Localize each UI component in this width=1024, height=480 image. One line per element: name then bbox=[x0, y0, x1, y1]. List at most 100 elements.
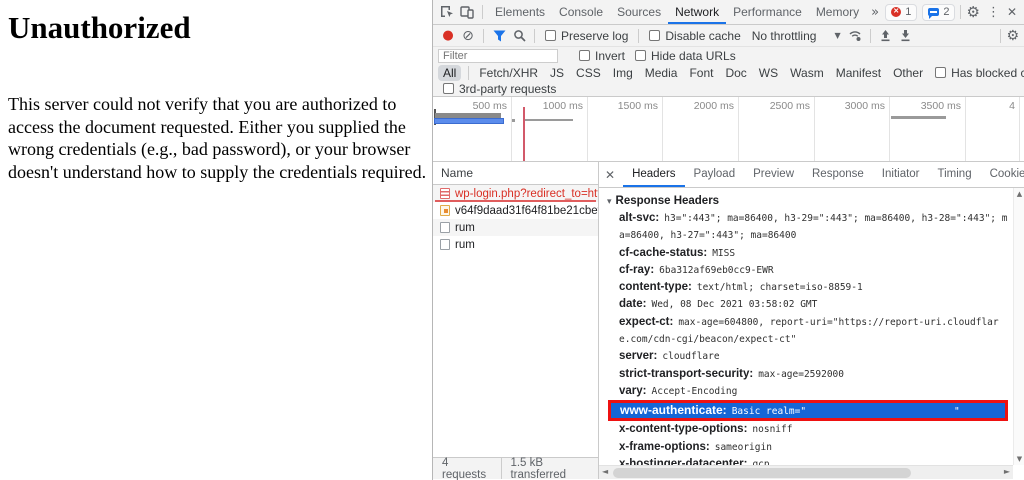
network-settings-gear-icon[interactable]: ⚙ bbox=[1006, 28, 1019, 44]
timeline-tick-partial: 4 bbox=[949, 100, 1015, 112]
divider bbox=[1000, 29, 1001, 43]
tab-sources[interactable]: Sources bbox=[610, 0, 668, 24]
divider bbox=[501, 458, 502, 479]
tab-console[interactable]: Console bbox=[552, 0, 610, 24]
close-devtools-icon[interactable]: ✕ bbox=[1007, 5, 1017, 19]
type-filter-media[interactable]: Media bbox=[640, 65, 683, 81]
record-icon[interactable]: ● bbox=[438, 27, 458, 45]
name-column-header[interactable]: Name bbox=[433, 162, 598, 185]
tab-headers[interactable]: Headers bbox=[623, 162, 684, 187]
vertical-scrollbar[interactable]: ▲ ▼ bbox=[1013, 188, 1024, 465]
tab-performance[interactable]: Performance bbox=[726, 0, 809, 24]
screen: Unauthorized This server could not verif… bbox=[0, 0, 1024, 480]
scroll-left-icon[interactable]: ◄ bbox=[602, 467, 608, 476]
document-error-icon bbox=[440, 188, 450, 199]
headers-content: ▾Response Headers alt-svc:h3=":443"; ma=… bbox=[599, 188, 1013, 465]
error-count: 1 bbox=[905, 6, 911, 18]
request-details-panel: ✕ Headers Payload Preview Response Initi… bbox=[598, 162, 1024, 479]
hide-data-urls-checkbox[interactable]: Hide data URLs bbox=[635, 49, 736, 63]
has-blocked-cookies-checkbox[interactable]: Has blocked cookies bbox=[935, 66, 1024, 80]
tab-elements[interactable]: Elements bbox=[488, 0, 552, 24]
filter-funnel-icon[interactable] bbox=[489, 27, 509, 45]
waterfall-bar-gray bbox=[435, 113, 501, 118]
export-har-icon[interactable] bbox=[896, 27, 916, 45]
tab-network[interactable]: Network bbox=[668, 0, 726, 24]
request-row-rum-2[interactable]: rum bbox=[433, 236, 598, 253]
waterfall-bar-gray bbox=[891, 116, 946, 119]
header-www-authenticate-highlighted[interactable]: www-authenticate:Basic realm="" bbox=[611, 403, 1005, 418]
search-icon[interactable] bbox=[509, 27, 529, 45]
clear-icon[interactable]: ⊘ bbox=[458, 27, 478, 45]
page-body-text: This server could not verify that you ar… bbox=[0, 46, 432, 183]
divider bbox=[482, 5, 483, 19]
type-filter-css[interactable]: CSS bbox=[571, 65, 606, 81]
type-filter-all[interactable]: All bbox=[438, 65, 461, 81]
header-content-type: content-type:text/html; charset=iso-8859… bbox=[607, 279, 1009, 296]
scroll-right-icon[interactable]: ► bbox=[1004, 467, 1010, 476]
kebab-menu-icon[interactable]: ⋮ bbox=[987, 5, 1000, 20]
disable-cache-checkbox[interactable]: Disable cache bbox=[649, 29, 740, 43]
header-cf-ray: cf-ray:6ba312af69eb0cc9-EWR bbox=[607, 262, 1009, 279]
type-filter-js[interactable]: JS bbox=[545, 65, 569, 81]
close-details-icon[interactable]: ✕ bbox=[605, 168, 615, 182]
timeline-tick: 2500 ms bbox=[744, 100, 810, 112]
scrollbar-thumb[interactable] bbox=[613, 468, 911, 478]
network-main: Name wp-login.php?redirect_to=htt... v64… bbox=[433, 162, 1024, 479]
timeline-tick: 1000 ms bbox=[517, 100, 583, 112]
more-tabs-icon[interactable]: » bbox=[866, 5, 884, 20]
gridline bbox=[738, 97, 739, 161]
header-x-frame-options: x-frame-options:sameorigin bbox=[607, 439, 1009, 456]
error-count-badge[interactable]: ✕ 1 bbox=[885, 4, 917, 21]
header-strict-transport-security: strict-transport-security:max-age=259200… bbox=[607, 366, 1009, 383]
request-row-rum-1[interactable]: rum bbox=[433, 219, 598, 236]
timeline-overview[interactable]: 500 ms 1000 ms 1500 ms 2000 ms 2500 ms 3… bbox=[433, 97, 1024, 162]
network-toolbar: ● ⊘ Preserve log Disable cache No thrott… bbox=[433, 25, 1024, 47]
request-count: 4 requests bbox=[442, 457, 493, 480]
divider bbox=[534, 29, 535, 43]
preserve-log-checkbox[interactable]: Preserve log bbox=[545, 29, 628, 43]
scroll-up-icon[interactable]: ▲ bbox=[1014, 190, 1024, 198]
type-filter-img[interactable]: Img bbox=[608, 65, 638, 81]
response-headers-section[interactable]: ▾Response Headers bbox=[607, 193, 1009, 210]
type-filter-fetchxhr[interactable]: Fetch/XHR bbox=[474, 65, 543, 81]
checkbox-icon bbox=[579, 50, 590, 61]
checkbox-icon bbox=[635, 50, 646, 61]
type-filter-ws[interactable]: WS bbox=[754, 65, 783, 81]
device-toolbar-icon[interactable] bbox=[457, 3, 477, 21]
gridline bbox=[587, 97, 588, 161]
chevron-down-icon: ▼ bbox=[834, 31, 840, 40]
inspect-element-icon[interactable] bbox=[437, 3, 457, 21]
gridline bbox=[889, 97, 890, 161]
settings-gear-icon[interactable]: ⚙ bbox=[966, 3, 979, 21]
waterfall-dot bbox=[512, 119, 515, 122]
timeline-tick: 3000 ms bbox=[819, 100, 885, 112]
horizontal-scrollbar[interactable]: ◄ ► bbox=[599, 465, 1013, 479]
throttling-dropdown[interactable]: No throttling ▼ bbox=[752, 29, 841, 43]
divider bbox=[960, 5, 961, 19]
tab-memory[interactable]: Memory bbox=[809, 0, 866, 24]
filter-input[interactable] bbox=[438, 49, 558, 63]
type-filter-doc[interactable]: Doc bbox=[720, 65, 751, 81]
request-row-wp-login[interactable]: wp-login.php?redirect_to=htt... bbox=[433, 185, 598, 202]
network-conditions-icon[interactable] bbox=[845, 27, 865, 45]
gridline bbox=[814, 97, 815, 161]
tab-timing[interactable]: Timing bbox=[929, 162, 981, 187]
type-filter-font[interactable]: Font bbox=[684, 65, 718, 81]
tab-response[interactable]: Response bbox=[803, 162, 873, 187]
tab-preview[interactable]: Preview bbox=[744, 162, 803, 187]
request-row-script[interactable]: v64f9daad31f64f81be21cbef6... bbox=[433, 202, 598, 219]
type-filter-other[interactable]: Other bbox=[888, 65, 928, 81]
issues-count-badge[interactable]: 2 bbox=[922, 4, 955, 21]
tab-payload[interactable]: Payload bbox=[685, 162, 745, 187]
header-expect-ct: expect-ct:max-age=604800, report-uri="ht… bbox=[607, 314, 1009, 349]
tab-cookies[interactable]: Cookies bbox=[981, 162, 1024, 187]
tab-initiator[interactable]: Initiator bbox=[873, 162, 929, 187]
header-alt-svc: alt-svc:h3=":443"; ma=86400, h3-29=":443… bbox=[607, 210, 1009, 245]
scroll-down-icon[interactable]: ▼ bbox=[1014, 455, 1024, 463]
invert-checkbox[interactable]: Invert bbox=[579, 49, 625, 63]
third-party-checkbox[interactable]: 3rd-party requests bbox=[443, 82, 556, 96]
import-har-icon[interactable] bbox=[876, 27, 896, 45]
type-filter-wasm[interactable]: Wasm bbox=[785, 65, 829, 81]
resource-type-filters: All Fetch/XHR JS CSS Img Media Font Doc … bbox=[433, 64, 1024, 81]
type-filter-manifest[interactable]: Manifest bbox=[831, 65, 886, 81]
